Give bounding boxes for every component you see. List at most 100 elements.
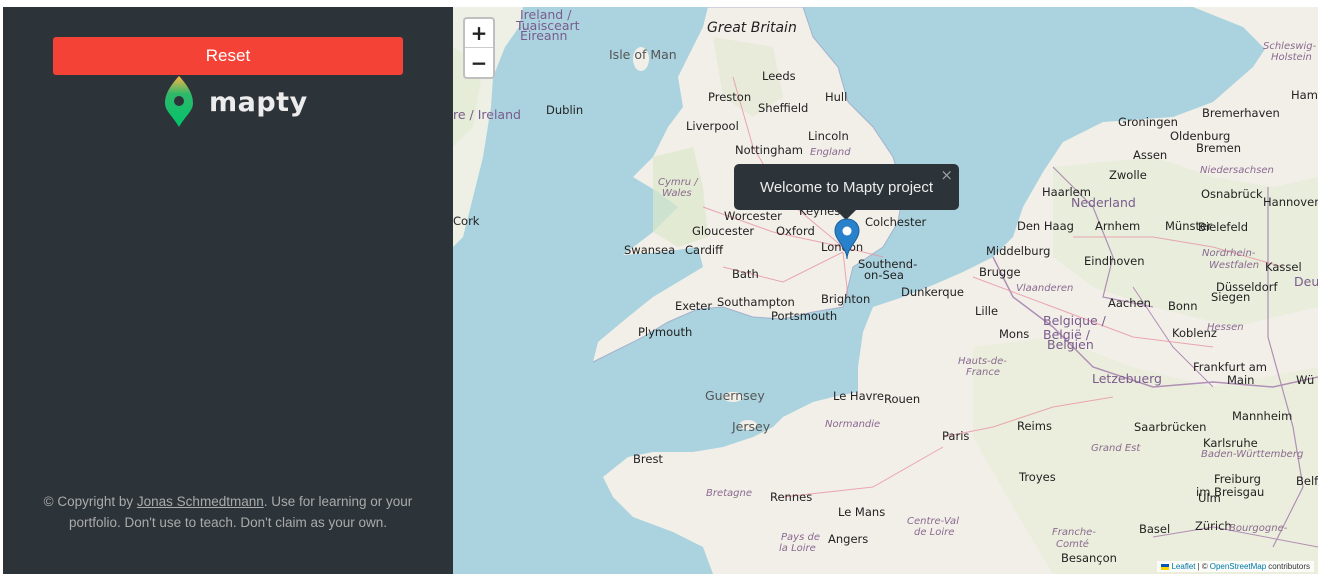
map-label: Worcester	[724, 209, 782, 223]
map-label: Plymouth	[638, 325, 693, 339]
map-label: re / Ireland	[453, 107, 521, 122]
map-label: Le Havre	[833, 389, 884, 403]
map-label: Zwolle	[1109, 168, 1147, 182]
map-label: Hull	[825, 90, 848, 104]
reset-button[interactable]: Reset	[53, 37, 403, 75]
map-label: Franche-	[1052, 527, 1096, 538]
map-label: Mons	[999, 327, 1030, 341]
map-label: Brighton	[821, 292, 871, 306]
map-label: Le Mans	[838, 505, 886, 519]
map-label: Deu	[1294, 274, 1318, 289]
map-label: Troyes	[1019, 470, 1056, 484]
osm-link[interactable]: OpenStreetMap	[1210, 562, 1266, 571]
popup-close-icon[interactable]: ×	[940, 166, 953, 184]
map-label: Arnhem	[1095, 219, 1141, 233]
map-label: Main	[1227, 373, 1255, 387]
map-tiles	[453, 7, 1318, 574]
map-label: Comté	[1056, 539, 1089, 550]
map-label: Grand Est	[1091, 443, 1141, 454]
map-label: Bretagne	[706, 488, 753, 499]
map[interactable]: Ireland / Tuaisceart Éireann Great Britain I…	[453, 7, 1318, 574]
attribution-separator: | ©	[1197, 562, 1208, 571]
map-label: Oxford	[776, 224, 815, 238]
map-label: Angers	[828, 532, 869, 546]
map-label: Colchester	[865, 215, 927, 229]
map-label: Hauts-de-	[958, 356, 1007, 367]
map-label: Kassel	[1265, 260, 1302, 274]
map-label: Westfalen	[1209, 260, 1260, 271]
map-label: Bremerhaven	[1202, 106, 1280, 120]
copyright-text: © Copyright by Jonas Schmedtmann. Use fo…	[33, 491, 423, 533]
map-label: Hannover	[1263, 195, 1318, 209]
map-label: Normandie	[825, 419, 881, 430]
map-label: Hessen	[1207, 322, 1244, 333]
map-label: Letzebuerg	[1092, 371, 1162, 386]
map-label: Leeds	[762, 69, 796, 83]
map-label: Karlsruhe	[1203, 436, 1258, 450]
map-label: Dunkerque	[901, 285, 964, 299]
map-label: Lille	[975, 304, 999, 318]
leaflet-link[interactable]: Leaflet	[1171, 562, 1195, 571]
attribution-contributors: contributors	[1268, 562, 1310, 571]
map-label: Ulm	[1198, 491, 1221, 505]
map-label: Frankfurt am	[1193, 360, 1267, 374]
map-label: Brugge	[979, 265, 1021, 279]
map-label: Vlaanderen	[1016, 283, 1074, 294]
map-label: Brest	[633, 452, 663, 466]
sidebar: Reset mapty © Copyright by Jonas Schmedt…	[3, 7, 453, 574]
map-label: England	[810, 147, 851, 158]
zoom-out-button[interactable]: −	[465, 48, 493, 77]
zoom-in-button[interactable]: +	[465, 19, 493, 48]
map-label: Bath	[732, 267, 759, 281]
map-label: Den Haag	[1017, 219, 1074, 233]
map-label: Cork	[453, 214, 480, 228]
map-label: Rennes	[770, 490, 813, 504]
map-label: Southampton	[717, 295, 795, 309]
map-label: Guernsey	[705, 388, 765, 403]
logo: mapty	[163, 75, 308, 129]
map-label: Niedersachsen	[1200, 165, 1274, 176]
map-label: Pays de	[781, 532, 820, 543]
app: Reset mapty © Copyright by Jonas Schmedt…	[3, 7, 1318, 574]
map-label: Portsmouth	[771, 309, 838, 323]
author-link[interactable]: Jonas Schmedtmann	[137, 494, 264, 509]
map-label: Wales	[662, 188, 692, 199]
map-label: Besançon	[1061, 551, 1117, 565]
map-label: Mannheim	[1232, 409, 1293, 423]
map-label: Liverpool	[686, 119, 739, 133]
map-label: Assen	[1133, 148, 1168, 162]
logo-text: mapty	[209, 86, 308, 118]
map-label: Aachen	[1108, 296, 1151, 310]
map-label: Cymru /	[658, 177, 698, 188]
map-label: Dublin	[546, 103, 584, 117]
map-label: Bremen	[1196, 141, 1242, 155]
map-marker-icon[interactable]	[834, 218, 860, 260]
map-label: Reims	[1017, 419, 1052, 433]
map-label: Great Britain	[707, 20, 797, 36]
zoom-control: + −	[463, 17, 495, 79]
map-label: Éireann	[520, 28, 568, 43]
map-label: Cardiff	[685, 243, 724, 257]
map-label: Isle of Man	[609, 47, 677, 62]
map-label: on-Sea	[864, 268, 904, 282]
map-label: Rouen	[884, 392, 921, 406]
copyright-prefix: © Copyright by	[43, 494, 137, 509]
map-label: Bonn	[1168, 299, 1198, 313]
map-label: Holstein	[1271, 52, 1312, 63]
map-label: Belgien	[1047, 337, 1094, 352]
map-label: Bielefeld	[1198, 220, 1249, 234]
map-label: Sheffield	[758, 101, 809, 115]
map-label: Schleswig-	[1263, 41, 1317, 52]
map-label: Bourgogne-	[1229, 523, 1288, 534]
map-label: Nottingham	[735, 143, 803, 157]
map-label: Jersey	[732, 419, 771, 434]
map-label: Nederland	[1071, 195, 1136, 210]
map-label: Paris	[942, 429, 970, 443]
ukraine-flag-icon	[1161, 563, 1170, 570]
map-label: Middelburg	[986, 244, 1051, 258]
map-label: France	[966, 367, 1000, 378]
map-label: Basel	[1139, 522, 1171, 536]
map-label: Preston	[708, 90, 752, 104]
map-label: Freiburg	[1214, 472, 1261, 486]
map-label: Wü	[1296, 373, 1315, 387]
